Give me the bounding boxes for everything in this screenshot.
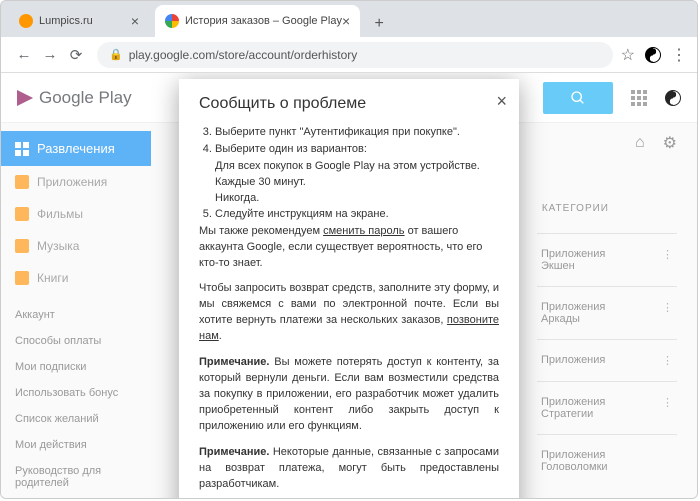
page-content: Google Play ⌂ ⚙ КАТЕГОРИИ Развлечения Пр…: [1, 73, 697, 498]
note-1: Примечание. Вы можете потерять доступ к …: [199, 355, 499, 435]
address-bar: ← → ⟳ 🔒 play.google.com/store/account/or…: [1, 37, 697, 73]
tab-strip: Lumpics.ru × История заказов – Google Pl…: [1, 1, 697, 37]
option-1: Для всех покупок в Google Play на этом у…: [215, 159, 499, 175]
extension-icon[interactable]: [645, 47, 661, 63]
note-2: Примечание. Некоторые данные, связанные …: [199, 445, 499, 493]
step-3: Выберите пункт "Аутентификация при покуп…: [215, 125, 499, 141]
close-icon[interactable]: ×: [131, 13, 139, 29]
option-3: Никогда.: [215, 191, 499, 207]
instruction-list-cont: Следуйте инструкциям на экране.: [215, 207, 499, 223]
note-label: Примечание.: [199, 356, 269, 368]
new-tab-button[interactable]: +: [366, 11, 392, 37]
tab-title: Lumpics.ru: [39, 15, 93, 27]
modal-overlay: Сообщить о проблеме × Выберите пункт "Ау…: [1, 73, 697, 498]
option-2: Каждые 30 минут.: [215, 175, 499, 191]
instruction-list: Выберите пункт "Аутентификация при покуп…: [215, 125, 499, 158]
report-problem-modal: Сообщить о проблеме × Выберите пункт "Ау…: [179, 79, 519, 498]
url-input[interactable]: 🔒 play.google.com/store/account/orderhis…: [97, 42, 613, 68]
recommendation-text: Мы также рекомендуем сменить пароль от в…: [199, 224, 499, 272]
tab-lumpics[interactable]: Lumpics.ru ×: [9, 5, 149, 37]
tab-google-play[interactable]: История заказов – Google Play ×: [155, 5, 360, 37]
back-button[interactable]: ←: [13, 44, 35, 66]
text-fragment: Мы также рекомендуем: [199, 225, 323, 237]
change-password-link[interactable]: сменить пароль: [323, 225, 404, 237]
favicon-lumpics: [19, 14, 33, 28]
reload-button[interactable]: ⟳: [65, 44, 87, 66]
forward-button[interactable]: →: [39, 44, 61, 66]
note-label: Примечание.: [199, 446, 269, 458]
tab-title: История заказов – Google Play: [185, 15, 342, 27]
step-4: Выберите один из вариантов:: [215, 142, 499, 158]
refund-info: Чтобы запросить возврат средств, заполни…: [199, 281, 499, 345]
bookmark-icon[interactable]: ☆: [621, 45, 635, 65]
step-5: Следуйте инструкциям на экране.: [215, 207, 499, 223]
url-text: play.google.com/store/account/orderhisto…: [129, 48, 358, 62]
modal-title: Сообщить о проблеме: [199, 95, 499, 113]
text-fragment: .: [219, 330, 222, 342]
browser-window: Lumpics.ru × История заказов – Google Pl…: [0, 0, 698, 499]
close-icon[interactable]: ×: [342, 13, 350, 29]
lock-icon: 🔒: [109, 48, 123, 61]
menu-icon[interactable]: ⋮: [671, 45, 687, 65]
close-icon[interactable]: ×: [496, 91, 507, 112]
favicon-play: [165, 14, 179, 28]
